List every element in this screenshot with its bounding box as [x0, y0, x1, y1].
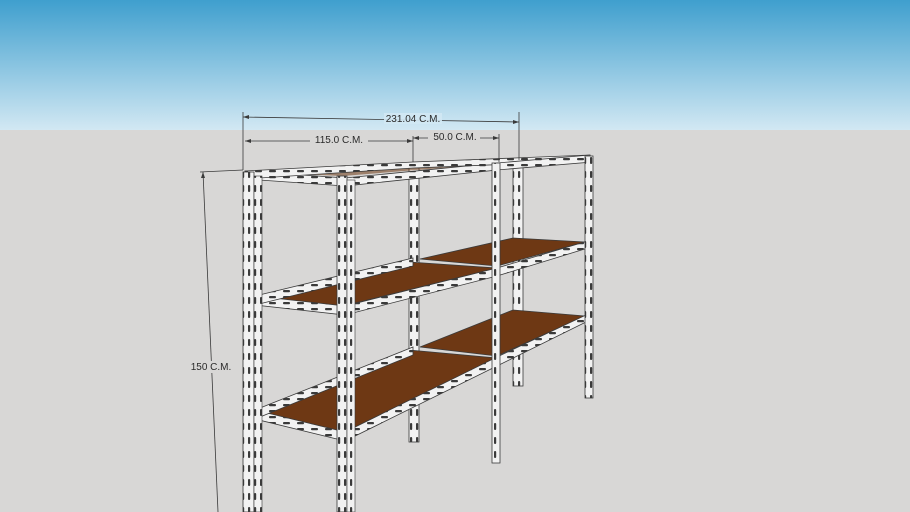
dimension-label-overall-width: 231.04 C.M. [386, 114, 440, 125]
post-front-right [491, 162, 501, 464]
dimension-label-depth: 50.0 C.M. [433, 132, 476, 143]
post-front-left-inner [253, 175, 263, 512]
sky [0, 0, 910, 130]
post-back-far-right [584, 155, 594, 399]
post-front-left-outer [242, 171, 255, 512]
dimension-label-height: 150 C.M. [191, 362, 232, 373]
dimension-label-section-width: 115.0 C.M. [315, 135, 363, 146]
sketchup-viewport[interactable]: 231.04 C.M. 115.0 C.M. 50.0 C.M. 150 C.M… [0, 0, 910, 512]
post-front-center-outer [336, 175, 348, 512]
post-front-center-inner [346, 179, 356, 512]
ground-plane [0, 130, 910, 512]
